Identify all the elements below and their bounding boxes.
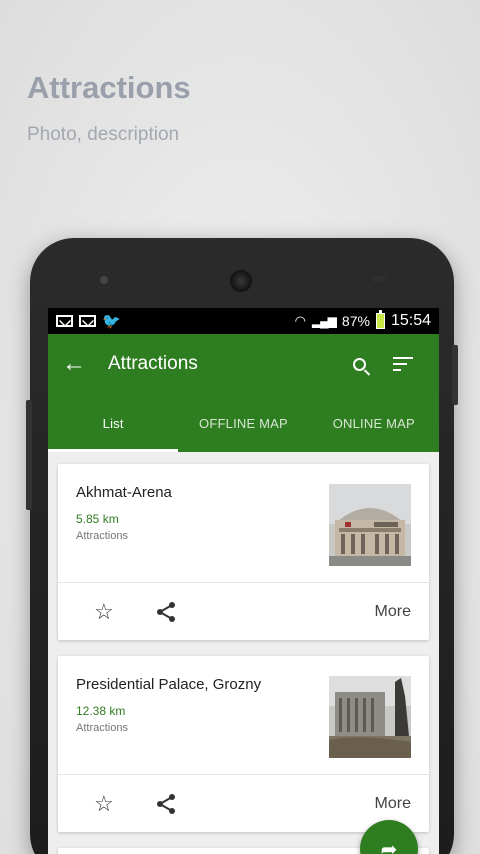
- phone-volume-button: [26, 400, 32, 510]
- item-name: Presidential Palace, Grozny: [76, 676, 262, 693]
- phone-sensor: [100, 276, 108, 284]
- search-icon: [352, 357, 366, 371]
- phone-side-button: [452, 345, 458, 405]
- promo-title: Attractions: [27, 70, 191, 105]
- mail-icon: [79, 315, 96, 327]
- list-item[interactable]: Akhmat-Arena 5.85 km Attractions ☆ More: [58, 464, 429, 640]
- sort-button[interactable]: [381, 357, 425, 371]
- item-category: Attractions: [76, 722, 128, 734]
- item-name: Akhmat-Arena: [76, 484, 172, 501]
- twitter-bird-icon: 🐦: [102, 313, 121, 330]
- toolbar-title: Attractions: [108, 353, 198, 374]
- card-body[interactable]: Akhmat-Arena 5.85 km Attractions: [58, 464, 429, 582]
- app-toolbar: ← Attractions: [48, 334, 439, 394]
- list-item[interactable]: Presidential Palace, Grozny 12.38 km Att…: [58, 656, 429, 832]
- tab-bar: List OFFLINE MAP ONLINE MAP: [48, 394, 439, 452]
- attractions-list: Akhmat-Arena 5.85 km Attractions ☆ More …: [48, 452, 439, 854]
- share-icon[interactable]: [154, 792, 178, 816]
- arrow-left-icon[interactable]: ←: [62, 350, 108, 378]
- item-distance: 12.38 km: [76, 704, 126, 718]
- card-body[interactable]: Presidential Palace, Grozny 12.38 km Att…: [58, 656, 429, 774]
- signal-icon: ▂▄▆: [311, 314, 337, 328]
- battery-icon: [375, 310, 385, 329]
- star-icon[interactable]: ☆: [94, 599, 154, 625]
- more-button[interactable]: More: [375, 603, 411, 621]
- status-bar: 🐦 ◠ ▂▄▆ 87% 15:54: [48, 308, 439, 334]
- tab-indicator: [48, 449, 178, 452]
- item-photo: [329, 484, 411, 566]
- share-icon[interactable]: [154, 600, 178, 624]
- clock: 15:54: [390, 312, 431, 329]
- notification-icons: 🐦: [56, 312, 121, 330]
- phone-screen: 🐦 ◠ ▂▄▆ 87% 15:54 ← Attractions List OFF…: [48, 308, 439, 854]
- directions-icon: ➦: [380, 838, 398, 854]
- item-distance: 5.85 km: [76, 512, 119, 526]
- phone-earpiece: [230, 270, 252, 292]
- tab-list[interactable]: List: [48, 394, 178, 452]
- card-info: Presidential Palace, Grozny 12.38 km Att…: [76, 676, 329, 774]
- more-button[interactable]: More: [375, 795, 411, 813]
- item-photo: [329, 676, 411, 758]
- item-category: Attractions: [76, 530, 128, 542]
- mail-icon: [56, 315, 73, 327]
- status-right: ◠ ▂▄▆ 87% 15:54: [294, 310, 431, 330]
- phone-sensor-right: [372, 276, 386, 282]
- sort-icon: [393, 357, 413, 371]
- wifi-icon: ◠: [294, 313, 306, 328]
- star-icon[interactable]: ☆: [94, 791, 154, 817]
- card-info: Akhmat-Arena 5.85 km Attractions: [76, 484, 329, 582]
- promo-subtitle: Photo, description: [27, 124, 180, 145]
- battery-percent: 87%: [341, 313, 370, 329]
- card-actions: ☆ More: [58, 582, 429, 640]
- search-button[interactable]: [337, 357, 381, 371]
- tab-online-map[interactable]: ONLINE MAP: [309, 394, 439, 452]
- tab-offline-map[interactable]: OFFLINE MAP: [178, 394, 308, 452]
